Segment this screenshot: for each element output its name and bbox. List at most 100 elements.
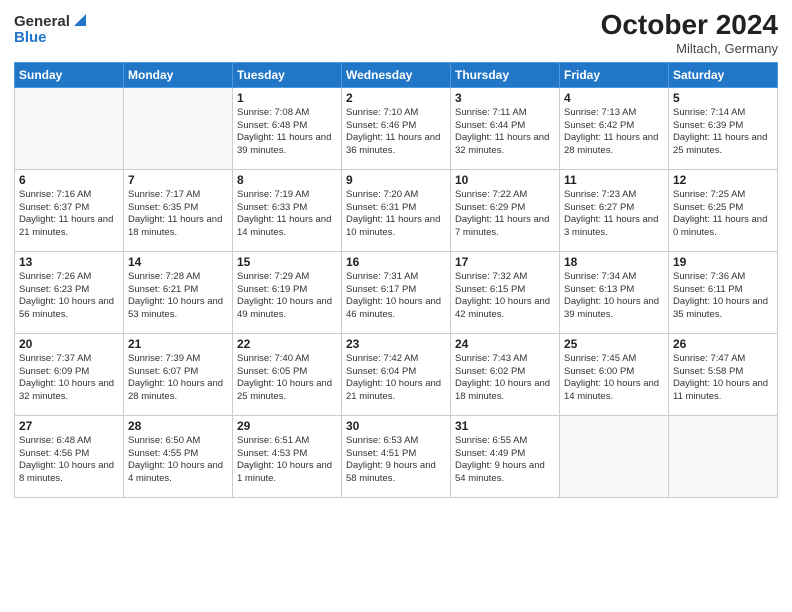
day-info: Sunrise: 7:10 AMSunset: 6:46 PMDaylight:… <box>346 107 446 158</box>
day-info: Sunrise: 6:48 AMSunset: 4:56 PMDaylight:… <box>19 435 119 486</box>
calendar-cell: 5Sunrise: 7:14 AMSunset: 6:39 PMDaylight… <box>669 87 778 169</box>
calendar-cell: 6 Sunrise: 7:16 AMSunset: 6:37 PMDaylight… <box>15 169 124 251</box>
calendar-cell: 19Sunrise: 7:36 AMSunset: 6:11 PMDayligh… <box>669 251 778 333</box>
header-friday: Friday <box>560 62 669 87</box>
day-info: Sunrise: 7:22 AMSunset: 6:29 PMDaylight:… <box>455 189 555 240</box>
day-number: 28 <box>128 419 228 433</box>
day-info: Sunrise: 7:13 AMSunset: 6:42 PMDaylight:… <box>564 107 664 158</box>
calendar-page: General Blue October 2024 Miltach, Germa… <box>0 0 792 612</box>
calendar-cell: 18 Sunrise: 7:34 AMSunset: 6:13 PMDayligh… <box>560 251 669 333</box>
day-number: 24 <box>455 337 555 351</box>
header-saturday: Saturday <box>669 62 778 87</box>
calendar-cell <box>124 87 233 169</box>
day-info: Sunrise: 7:40 AMSunset: 6:05 PMDaylight:… <box>237 353 337 404</box>
calendar-cell: 17 Sunrise: 7:32 AMSunset: 6:15 PMDayligh… <box>451 251 560 333</box>
day-number: 16 <box>346 255 446 269</box>
day-info: Sunrise: 7:20 AMSunset: 6:31 PMDaylight:… <box>346 189 446 240</box>
day-number: 18 <box>564 255 664 269</box>
calendar-cell: 4 Sunrise: 7:13 AMSunset: 6:42 PMDaylight… <box>560 87 669 169</box>
calendar-cell: 14 Sunrise: 7:28 AMSunset: 6:21 PMDayligh… <box>124 251 233 333</box>
calendar-cell: 9 Sunrise: 7:20 AMSunset: 6:31 PMDaylight… <box>342 169 451 251</box>
day-info: Sunrise: 7:32 AMSunset: 6:15 PMDaylight:… <box>455 271 555 322</box>
day-number: 29 <box>237 419 337 433</box>
calendar-cell: 8 Sunrise: 7:19 AMSunset: 6:33 PMDaylight… <box>233 169 342 251</box>
day-info: Sunrise: 7:34 AMSunset: 6:13 PMDaylight:… <box>564 271 664 322</box>
calendar-cell: 23 Sunrise: 7:42 AMSunset: 6:04 PMDayligh… <box>342 333 451 415</box>
month-title: October 2024 <box>601 10 778 41</box>
header-thursday: Thursday <box>451 62 560 87</box>
location: Miltach, Germany <box>601 41 778 56</box>
day-info: Sunrise: 7:26 AMSunset: 6:23 PMDaylight:… <box>19 271 119 322</box>
calendar-cell <box>15 87 124 169</box>
day-info: Sunrise: 7:23 AMSunset: 6:27 PMDaylight:… <box>564 189 664 240</box>
calendar-cell: 25 Sunrise: 7:45 AMSunset: 6:00 PMDayligh… <box>560 333 669 415</box>
day-number: 17 <box>455 255 555 269</box>
day-number: 15 <box>237 255 337 269</box>
day-info: Sunrise: 7:16 AMSunset: 6:37 PMDaylight:… <box>19 189 119 240</box>
day-info: Sunrise: 7:43 AMSunset: 6:02 PMDaylight:… <box>455 353 555 404</box>
day-info: Sunrise: 6:50 AMSunset: 4:55 PMDaylight:… <box>128 435 228 486</box>
day-info: Sunrise: 7:42 AMSunset: 6:04 PMDaylight:… <box>346 353 446 404</box>
calendar-cell: 20Sunrise: 7:37 AMSunset: 6:09 PMDayligh… <box>15 333 124 415</box>
calendar-cell: 28 Sunrise: 6:50 AMSunset: 4:55 PMDayligh… <box>124 415 233 497</box>
day-info: Sunrise: 7:39 AMSunset: 6:07 PMDaylight:… <box>128 353 228 404</box>
day-number: 5 <box>673 91 773 105</box>
day-number: 7 <box>128 173 228 187</box>
calendar-week-row: 6 Sunrise: 7:16 AMSunset: 6:37 PMDaylight… <box>15 169 778 251</box>
calendar-cell: 13Sunrise: 7:26 AMSunset: 6:23 PMDayligh… <box>15 251 124 333</box>
calendar-cell: 31 Sunrise: 6:55 AMSunset: 4:49 PMDayligh… <box>451 415 560 497</box>
day-info: Sunrise: 7:31 AMSunset: 6:17 PMDaylight:… <box>346 271 446 322</box>
day-number: 22 <box>237 337 337 351</box>
day-number: 4 <box>564 91 664 105</box>
day-info: Sunrise: 7:17 AMSunset: 6:35 PMDaylight:… <box>128 189 228 240</box>
day-number: 23 <box>346 337 446 351</box>
day-info: Sunrise: 7:11 AMSunset: 6:44 PMDaylight:… <box>455 107 555 158</box>
calendar-week-row: 20Sunrise: 7:37 AMSunset: 6:09 PMDayligh… <box>15 333 778 415</box>
calendar-week-row: 1Sunrise: 7:08 AMSunset: 6:48 PMDaylight… <box>15 87 778 169</box>
day-info: Sunrise: 7:36 AMSunset: 6:11 PMDaylight:… <box>673 271 773 322</box>
calendar-cell: 10 Sunrise: 7:22 AMSunset: 6:29 PMDayligh… <box>451 169 560 251</box>
header-monday: Monday <box>124 62 233 87</box>
day-info: Sunrise: 7:47 AMSunset: 5:58 PMDaylight:… <box>673 353 773 404</box>
calendar-week-row: 13Sunrise: 7:26 AMSunset: 6:23 PMDayligh… <box>15 251 778 333</box>
day-number: 10 <box>455 173 555 187</box>
day-number: 8 <box>237 173 337 187</box>
logo-blue: Blue <box>14 29 47 46</box>
header: General Blue October 2024 Miltach, Germa… <box>14 10 778 56</box>
day-number: 12 <box>673 173 773 187</box>
day-number: 6 <box>19 173 119 187</box>
calendar-week-row: 27 Sunrise: 6:48 AMSunset: 4:56 PMDayligh… <box>15 415 778 497</box>
day-number: 14 <box>128 255 228 269</box>
logo-general: General <box>14 13 70 30</box>
day-number: 25 <box>564 337 664 351</box>
day-info: Sunrise: 7:45 AMSunset: 6:00 PMDaylight:… <box>564 353 664 404</box>
calendar-table: Sunday Monday Tuesday Wednesday Thursday… <box>14 62 778 498</box>
day-info: Sunrise: 7:19 AMSunset: 6:33 PMDaylight:… <box>237 189 337 240</box>
calendar-cell: 30Sunrise: 6:53 AMSunset: 4:51 PMDayligh… <box>342 415 451 497</box>
calendar-cell: 1Sunrise: 7:08 AMSunset: 6:48 PMDaylight… <box>233 87 342 169</box>
day-number: 27 <box>19 419 119 433</box>
day-info: Sunrise: 6:55 AMSunset: 4:49 PMDaylight:… <box>455 435 555 486</box>
calendar-cell: 26 Sunrise: 7:47 AMSunset: 5:58 PMDayligh… <box>669 333 778 415</box>
day-info: Sunrise: 7:28 AMSunset: 6:21 PMDaylight:… <box>128 271 228 322</box>
day-number: 2 <box>346 91 446 105</box>
day-number: 31 <box>455 419 555 433</box>
title-block: October 2024 Miltach, Germany <box>601 10 778 56</box>
calendar-cell <box>669 415 778 497</box>
day-info: Sunrise: 6:53 AMSunset: 4:51 PMDaylight:… <box>346 435 446 486</box>
calendar-cell: 11 Sunrise: 7:23 AMSunset: 6:27 PMDayligh… <box>560 169 669 251</box>
calendar-cell: 15Sunrise: 7:29 AMSunset: 6:19 PMDayligh… <box>233 251 342 333</box>
calendar-cell: 7 Sunrise: 7:17 AMSunset: 6:35 PMDaylight… <box>124 169 233 251</box>
calendar-cell <box>560 415 669 497</box>
day-number: 11 <box>564 173 664 187</box>
calendar-cell: 29 Sunrise: 6:51 AMSunset: 4:53 PMDayligh… <box>233 415 342 497</box>
day-number: 1 <box>237 91 337 105</box>
calendar-cell: 27 Sunrise: 6:48 AMSunset: 4:56 PMDayligh… <box>15 415 124 497</box>
header-sunday: Sunday <box>15 62 124 87</box>
day-number: 21 <box>128 337 228 351</box>
day-info: Sunrise: 6:51 AMSunset: 4:53 PMDaylight:… <box>237 435 337 486</box>
day-number: 20 <box>19 337 119 351</box>
day-number: 9 <box>346 173 446 187</box>
calendar-cell: 24 Sunrise: 7:43 AMSunset: 6:02 PMDayligh… <box>451 333 560 415</box>
day-number: 26 <box>673 337 773 351</box>
